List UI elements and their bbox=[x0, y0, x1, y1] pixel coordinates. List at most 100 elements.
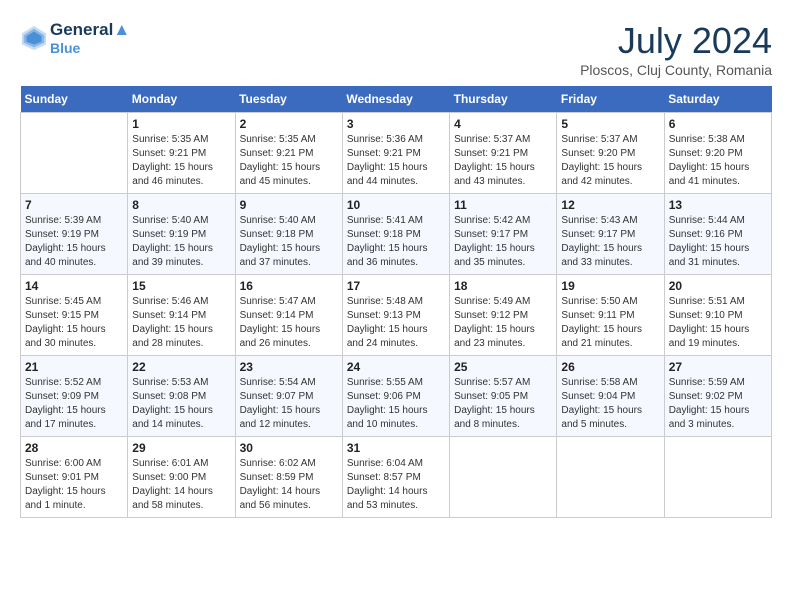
weekday-header-wednesday: Wednesday bbox=[342, 86, 449, 113]
day-number: 14 bbox=[25, 279, 123, 293]
day-number: 28 bbox=[25, 441, 123, 455]
calendar-cell: 7 Sunrise: 5:39 AMSunset: 9:19 PMDaylight… bbox=[21, 194, 128, 275]
calendar-cell: 5Sunrise: 5:37 AMSunset: 9:20 PMDaylight… bbox=[557, 113, 664, 194]
calendar-cell: 11Sunrise: 5:42 AMSunset: 9:17 PMDayligh… bbox=[450, 194, 557, 275]
day-info: Sunrise: 5:51 AMSunset: 9:10 PMDaylight:… bbox=[669, 295, 767, 351]
day-number: 25 bbox=[454, 360, 552, 374]
day-info: Sunrise: 5:42 AMSunset: 9:17 PMDaylight:… bbox=[454, 214, 552, 270]
calendar-cell: 12 Sunrise: 5:43 AMSunset: 9:17 PMDayligh… bbox=[557, 194, 664, 275]
calendar-cell: 29Sunrise: 6:01 AMSunset: 9:00 PMDayligh… bbox=[128, 437, 235, 518]
day-number: 17 bbox=[347, 279, 445, 293]
logo-icon bbox=[20, 24, 48, 52]
day-info: Sunrise: 5:41 AMSunset: 9:18 PMDaylight:… bbox=[347, 214, 445, 270]
calendar-cell bbox=[557, 437, 664, 518]
day-info: Sunrise: 5:55 AMSunset: 9:06 PMDaylight:… bbox=[347, 376, 445, 432]
day-info: Sunrise: 5:40 AMSunset: 9:19 PMDaylight:… bbox=[132, 214, 230, 270]
day-info: Sunrise: 5:48 AMSunset: 9:13 PMDaylight:… bbox=[347, 295, 445, 351]
day-number: 12 bbox=[561, 198, 659, 212]
calendar-cell: 8 Sunrise: 5:40 AMSunset: 9:19 PMDaylight… bbox=[128, 194, 235, 275]
day-info: Sunrise: 5:40 AMSunset: 9:18 PMDaylight:… bbox=[240, 214, 338, 270]
calendar-cell: 25 Sunrise: 5:57 AMSunset: 9:05 PMDayligh… bbox=[450, 356, 557, 437]
day-info: Sunrise: 5:37 AMSunset: 9:21 PMDaylight:… bbox=[454, 133, 552, 189]
day-number: 20 bbox=[669, 279, 767, 293]
calendar-cell: 23 Sunrise: 5:54 AMSunset: 9:07 PMDayligh… bbox=[235, 356, 342, 437]
calendar-cell: 17 Sunrise: 5:48 AMSunset: 9:13 PMDayligh… bbox=[342, 275, 449, 356]
calendar-week-3: 14 Sunrise: 5:45 AMSunset: 9:15 PMDayligh… bbox=[21, 275, 772, 356]
calendar-cell: 1 Sunrise: 5:35 AMSunset: 9:21 PMDaylight… bbox=[128, 113, 235, 194]
calendar-cell bbox=[664, 437, 771, 518]
day-info: Sunrise: 5:50 AMSunset: 9:11 PMDaylight:… bbox=[561, 295, 659, 351]
calendar-cell: 31 Sunrise: 6:04 AMSunset: 8:57 PMDayligh… bbox=[342, 437, 449, 518]
day-number: 9 bbox=[240, 198, 338, 212]
calendar-cell: 21 Sunrise: 5:52 AMSunset: 9:09 PMDayligh… bbox=[21, 356, 128, 437]
calendar-cell: 4 Sunrise: 5:37 AMSunset: 9:21 PMDaylight… bbox=[450, 113, 557, 194]
day-info: Sunrise: 6:00 AMSunset: 9:01 PMDaylight:… bbox=[25, 457, 123, 513]
day-number: 26 bbox=[561, 360, 659, 374]
day-info: Sunrise: 5:59 AMSunset: 9:02 PMDaylight:… bbox=[669, 376, 767, 432]
day-info: Sunrise: 5:57 AMSunset: 9:05 PMDaylight:… bbox=[454, 376, 552, 432]
day-info: Sunrise: 5:35 AMSunset: 9:21 PMDaylight:… bbox=[240, 133, 338, 189]
calendar-cell: 14 Sunrise: 5:45 AMSunset: 9:15 PMDayligh… bbox=[21, 275, 128, 356]
calendar-cell: 18Sunrise: 5:49 AMSunset: 9:12 PMDayligh… bbox=[450, 275, 557, 356]
calendar-cell: 10 Sunrise: 5:41 AMSunset: 9:18 PMDayligh… bbox=[342, 194, 449, 275]
day-number: 2 bbox=[240, 117, 338, 131]
calendar-cell: 3Sunrise: 5:36 AMSunset: 9:21 PMDaylight… bbox=[342, 113, 449, 194]
day-info: Sunrise: 6:02 AMSunset: 8:59 PMDaylight:… bbox=[240, 457, 338, 513]
day-number: 13 bbox=[669, 198, 767, 212]
weekday-header-friday: Friday bbox=[557, 86, 664, 113]
calendar-table: SundayMondayTuesdayWednesdayThursdayFrid… bbox=[20, 86, 772, 518]
calendar-week-5: 28 Sunrise: 6:00 AMSunset: 9:01 PMDayligh… bbox=[21, 437, 772, 518]
calendar-cell: 13 Sunrise: 5:44 AMSunset: 9:16 PMDayligh… bbox=[664, 194, 771, 275]
calendar-cell: 24 Sunrise: 5:55 AMSunset: 9:06 PMDayligh… bbox=[342, 356, 449, 437]
day-number: 21 bbox=[25, 360, 123, 374]
calendar-cell bbox=[450, 437, 557, 518]
weekday-header-tuesday: Tuesday bbox=[235, 86, 342, 113]
day-info: Sunrise: 5:52 AMSunset: 9:09 PMDaylight:… bbox=[25, 376, 123, 432]
day-info: Sunrise: 5:39 AMSunset: 9:19 PMDaylight:… bbox=[25, 214, 123, 270]
day-info: Sunrise: 5:43 AMSunset: 9:17 PMDaylight:… bbox=[561, 214, 659, 270]
day-number: 23 bbox=[240, 360, 338, 374]
calendar-week-2: 7 Sunrise: 5:39 AMSunset: 9:19 PMDaylight… bbox=[21, 194, 772, 275]
day-info: Sunrise: 6:04 AMSunset: 8:57 PMDaylight:… bbox=[347, 457, 445, 513]
day-info: Sunrise: 5:36 AMSunset: 9:21 PMDaylight:… bbox=[347, 133, 445, 189]
day-number: 19 bbox=[561, 279, 659, 293]
day-info: Sunrise: 5:47 AMSunset: 9:14 PMDaylight:… bbox=[240, 295, 338, 351]
calendar-cell: 20 Sunrise: 5:51 AMSunset: 9:10 PMDayligh… bbox=[664, 275, 771, 356]
day-info: Sunrise: 5:45 AMSunset: 9:15 PMDaylight:… bbox=[25, 295, 123, 351]
logo: General▲ Blue bbox=[20, 20, 130, 56]
calendar-cell: 27Sunrise: 5:59 AMSunset: 9:02 PMDayligh… bbox=[664, 356, 771, 437]
title-section: July 2024 Ploscos, Cluj County, Romania bbox=[580, 20, 772, 78]
calendar-cell: 9 Sunrise: 5:40 AMSunset: 9:18 PMDaylight… bbox=[235, 194, 342, 275]
calendar-cell: 28 Sunrise: 6:00 AMSunset: 9:01 PMDayligh… bbox=[21, 437, 128, 518]
day-info: Sunrise: 5:54 AMSunset: 9:07 PMDaylight:… bbox=[240, 376, 338, 432]
day-number: 6 bbox=[669, 117, 767, 131]
day-number: 8 bbox=[132, 198, 230, 212]
weekday-header-thursday: Thursday bbox=[450, 86, 557, 113]
day-info: Sunrise: 5:44 AMSunset: 9:16 PMDaylight:… bbox=[669, 214, 767, 270]
day-number: 24 bbox=[347, 360, 445, 374]
calendar-cell: 30 Sunrise: 6:02 AMSunset: 8:59 PMDayligh… bbox=[235, 437, 342, 518]
weekday-header-row: SundayMondayTuesdayWednesdayThursdayFrid… bbox=[21, 86, 772, 113]
day-info: Sunrise: 5:49 AMSunset: 9:12 PMDaylight:… bbox=[454, 295, 552, 351]
day-number: 30 bbox=[240, 441, 338, 455]
day-number: 22 bbox=[132, 360, 230, 374]
weekday-header-saturday: Saturday bbox=[664, 86, 771, 113]
calendar-cell: 6 Sunrise: 5:38 AMSunset: 9:20 PMDaylight… bbox=[664, 113, 771, 194]
calendar-cell: 16Sunrise: 5:47 AMSunset: 9:14 PMDayligh… bbox=[235, 275, 342, 356]
location: Ploscos, Cluj County, Romania bbox=[580, 62, 772, 78]
calendar-cell: 26 Sunrise: 5:58 AMSunset: 9:04 PMDayligh… bbox=[557, 356, 664, 437]
day-info: Sunrise: 5:38 AMSunset: 9:20 PMDaylight:… bbox=[669, 133, 767, 189]
day-info: Sunrise: 5:58 AMSunset: 9:04 PMDaylight:… bbox=[561, 376, 659, 432]
day-number: 4 bbox=[454, 117, 552, 131]
page-header: General▲ Blue July 2024 Ploscos, Cluj Co… bbox=[20, 20, 772, 78]
calendar-cell: 22Sunrise: 5:53 AMSunset: 9:08 PMDayligh… bbox=[128, 356, 235, 437]
day-number: 5 bbox=[561, 117, 659, 131]
day-number: 7 bbox=[25, 198, 123, 212]
day-info: Sunrise: 5:35 AMSunset: 9:21 PMDaylight:… bbox=[132, 133, 230, 189]
weekday-header-sunday: Sunday bbox=[21, 86, 128, 113]
day-number: 31 bbox=[347, 441, 445, 455]
day-number: 1 bbox=[132, 117, 230, 131]
day-number: 10 bbox=[347, 198, 445, 212]
day-number: 15 bbox=[132, 279, 230, 293]
calendar-week-1: 1 Sunrise: 5:35 AMSunset: 9:21 PMDaylight… bbox=[21, 113, 772, 194]
